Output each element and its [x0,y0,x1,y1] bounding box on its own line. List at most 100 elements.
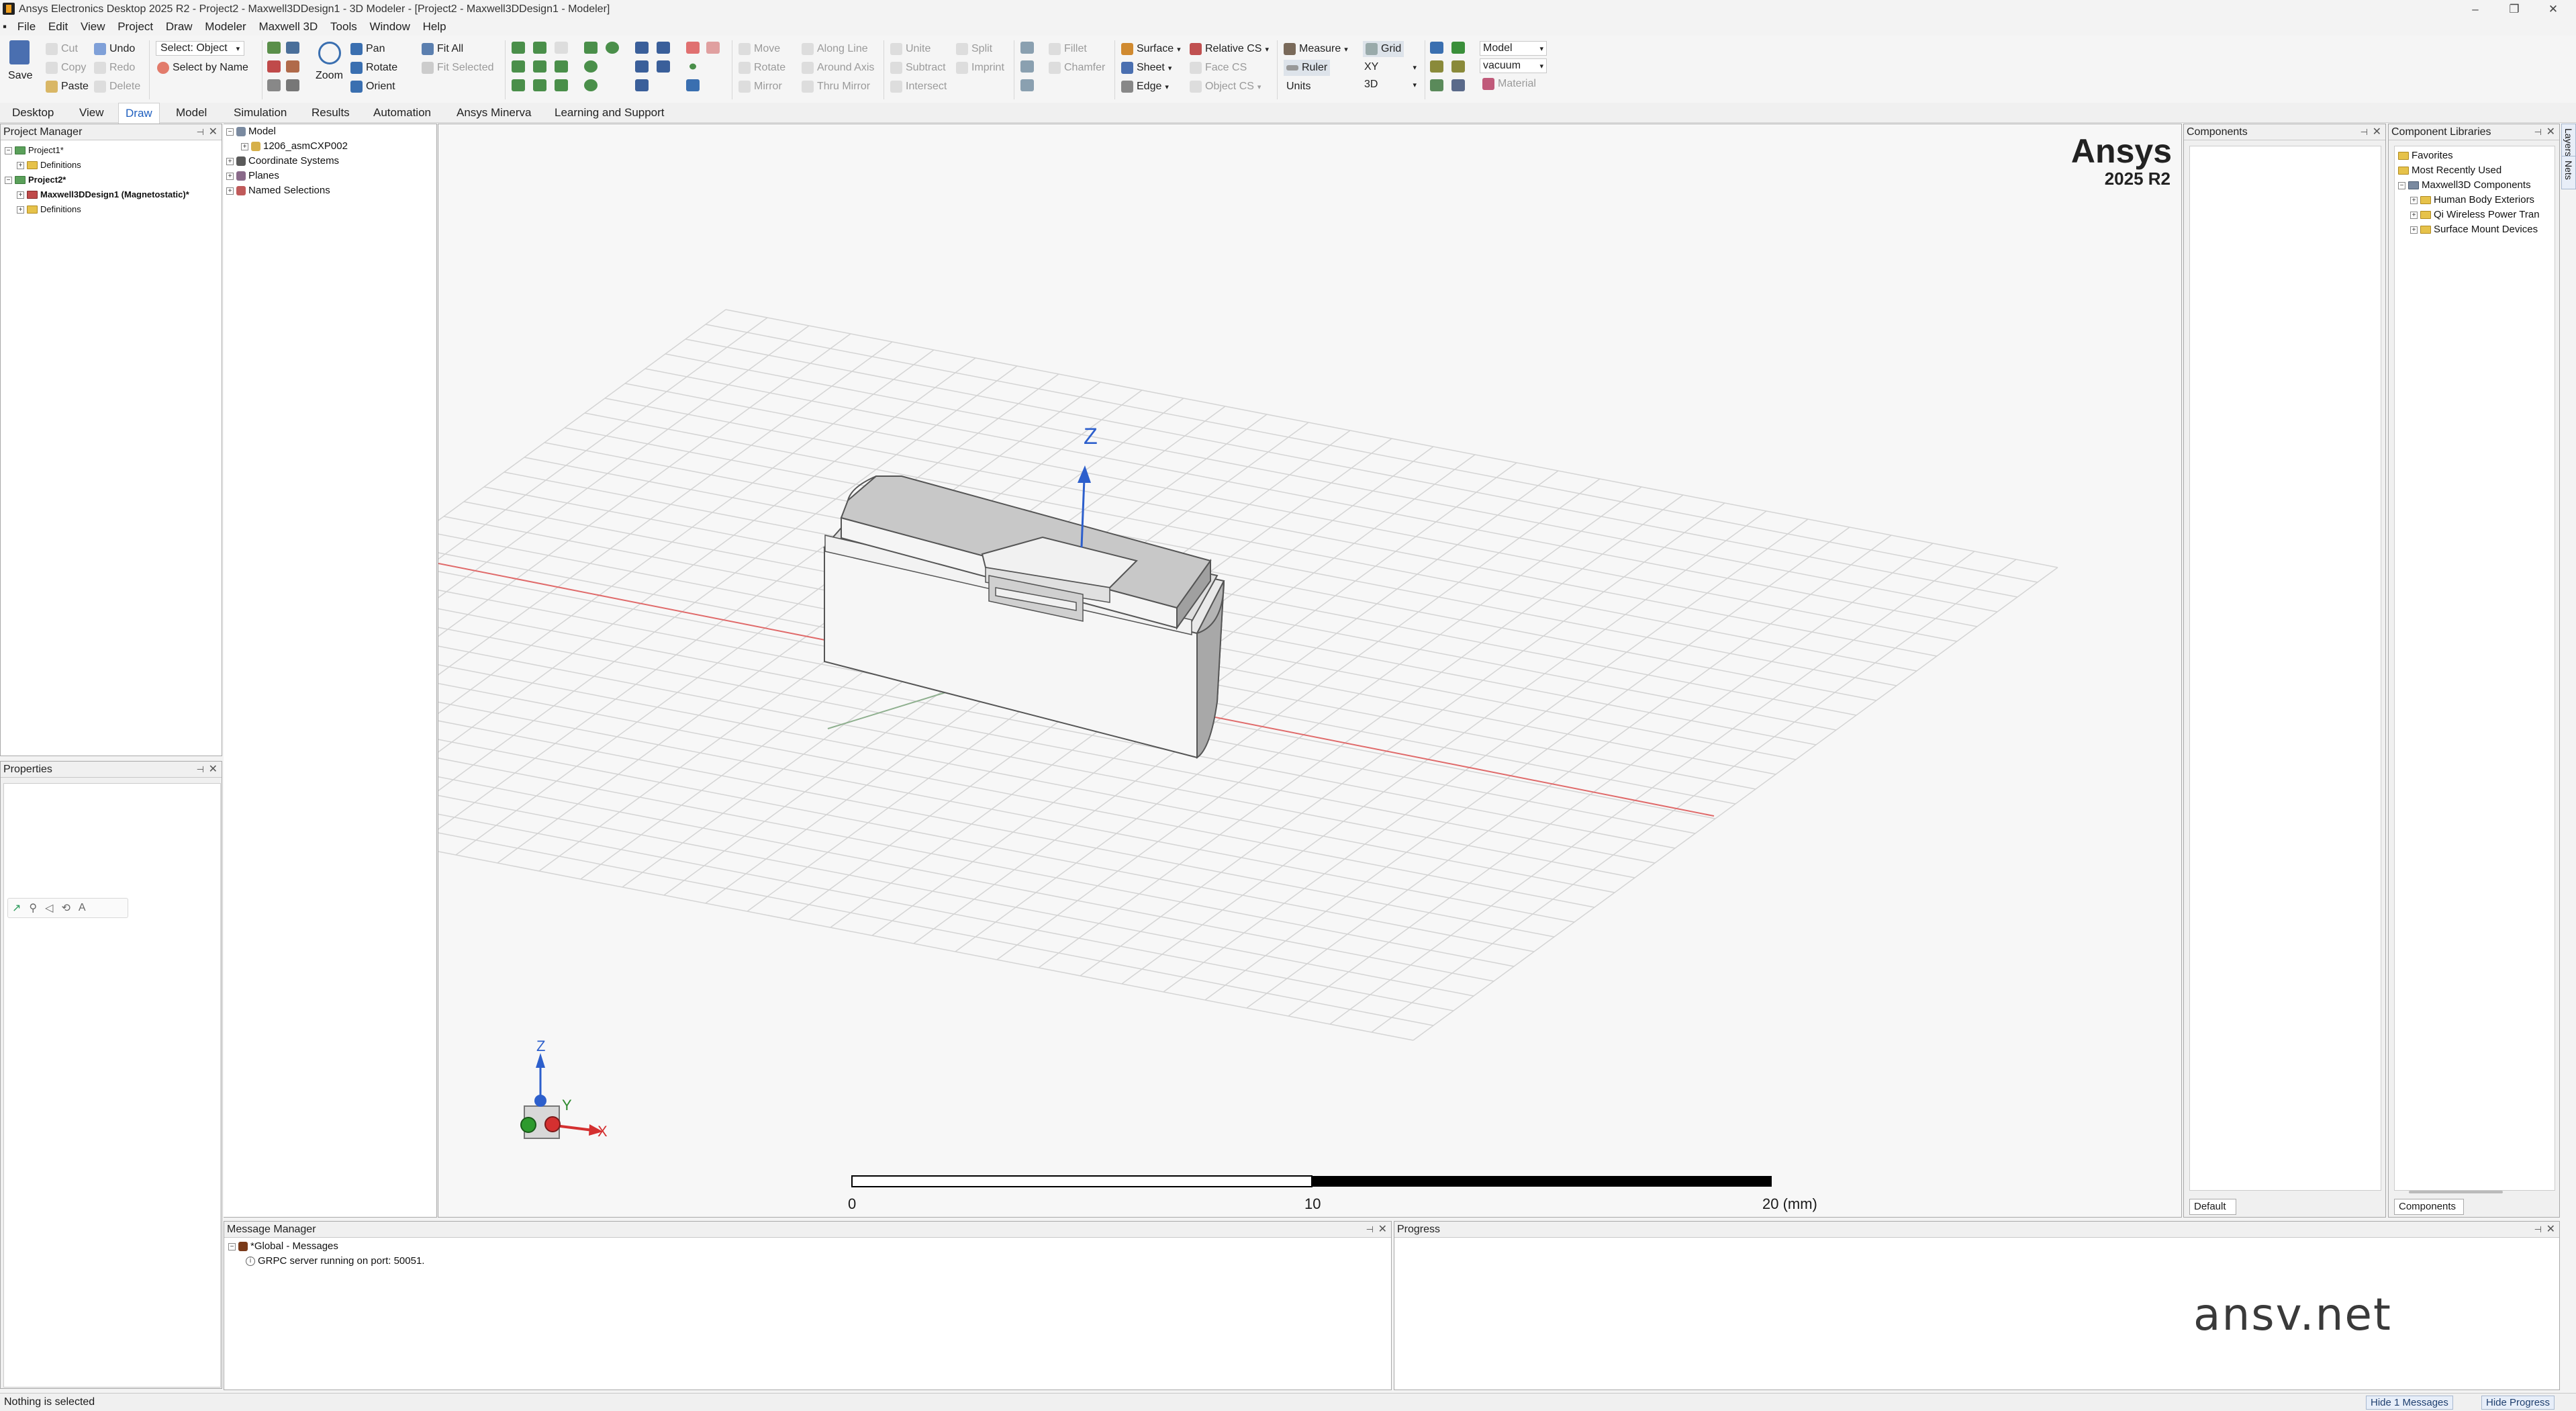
units-button[interactable]: Units [1286,81,1310,93]
menu-help[interactable]: Help [418,18,451,36]
tab-automation[interactable]: Automation [367,103,438,123]
tree-item-definitions[interactable]: + Definitions [5,202,189,217]
circle-icon[interactable] [584,60,598,73]
menu-view[interactable]: View [76,18,110,36]
model-type-dropdown[interactable]: Model [1483,42,1513,54]
3d-viewport[interactable]: Ansys 2025 R2 Z Z Y X 0 10 20 (mm) [438,124,2182,1218]
redo-button[interactable]: Redo [109,62,135,74]
regular-polygon-icon[interactable] [584,79,598,91]
ruler-button[interactable]: Ruler [1302,62,1327,74]
close-icon[interactable]: ✕ [2538,0,2569,18]
pin-icon[interactable]: ⊣ [197,762,204,778]
tree-item-named-selections[interactable]: + Named Selections [226,183,348,198]
tree-item-model[interactable]: − Model [226,124,348,139]
point-marker-icon[interactable] [689,63,696,70]
tree-item-component[interactable]: +1206_asmCXP002 [226,139,348,154]
hide-progress-button[interactable]: Hide Progress [2481,1396,2555,1410]
fit-selected-button[interactable]: Fit Selected [437,62,493,74]
library-human-body-exteriors[interactable]: + Human Body Exteriors [2398,193,2540,208]
zoom-icon[interactable] [318,42,341,64]
sphere-primitive-icon[interactable] [533,60,546,73]
unite-button[interactable]: Unite [906,43,931,55]
menu-edit[interactable]: Edit [44,18,73,36]
expand-icon[interactable]: + [17,206,24,214]
snap-face-icon[interactable] [1451,60,1465,73]
menu-draw[interactable]: Draw [161,18,197,36]
fit-all-button[interactable]: Fit All [437,43,463,55]
menu-window[interactable]: Window [365,18,414,36]
select-by-name-button[interactable]: Select by Name [173,62,248,74]
drawing-plane-dropdown[interactable]: XY [1364,61,1378,73]
copy-button[interactable]: Copy [61,62,86,74]
undo-button[interactable]: Undo [109,43,135,55]
center-arc-icon[interactable] [635,79,649,91]
expand-icon[interactable]: + [17,161,24,169]
thicken-icon[interactable] [1020,60,1034,73]
equation-curve-icon[interactable] [657,60,670,73]
tab-model[interactable]: Model [169,103,213,123]
expand-icon[interactable]: + [2410,196,2418,204]
pin-icon[interactable]: ⊣ [2360,124,2368,140]
snap-vertex-icon[interactable] [1451,42,1465,54]
material-dropdown[interactable]: vacuum [1483,60,1521,72]
relative-cs-button[interactable]: Relative CS [1205,43,1261,55]
hide-messages-button[interactable]: Hide 1 Messages [2366,1396,2453,1410]
imprint-button[interactable]: Imprint [971,62,1004,74]
tree-item-project2[interactable]: − Project2* [5,173,189,187]
sheet-button[interactable]: Sheet [1137,62,1165,74]
message-group-global[interactable]: − *Global - Messages [228,1239,424,1254]
chamfer-button[interactable]: Chamfer [1064,62,1105,74]
close-icon[interactable]: ✕ [2546,1222,2555,1238]
collapse-icon[interactable]: − [2398,181,2405,189]
move-button[interactable]: Move [754,43,780,55]
pan-button[interactable]: Pan [366,43,385,55]
tree-item-planes[interactable]: + Planes [226,169,348,183]
library-most-recently-used[interactable]: Most Recently Used [2398,163,2540,178]
menu-tools[interactable]: Tools [326,18,362,36]
close-icon[interactable]: ✕ [209,124,218,140]
object-cs-button[interactable]: Object CS [1205,81,1254,93]
refresh-icon[interactable]: ⟲ [61,901,70,915]
torus-primitive-icon[interactable] [555,60,568,73]
spiral-icon[interactable] [555,79,568,91]
subtract-button[interactable]: Subtract [906,62,946,74]
line-icon[interactable] [635,42,649,54]
cylinder-primitive-icon[interactable] [512,60,525,73]
tree-item-design[interactable]: + Maxwell3DDesign1 (Magnetostatic)* [5,187,189,202]
tab-desktop[interactable]: Desktop [5,103,60,123]
grid-button[interactable]: Grid [1381,43,1401,55]
draw-tool-icon[interactable] [267,79,281,91]
expand-icon[interactable]: + [226,157,234,165]
close-icon[interactable]: ✕ [2546,124,2555,140]
draw-tool-icon[interactable] [286,60,299,73]
send-icon[interactable]: ◁ [45,901,53,915]
side-tab-nets[interactable]: Nets [2561,156,2576,189]
polyhedron-icon[interactable] [512,79,525,91]
rotate-button[interactable]: Rotate [366,62,397,74]
rotate-object-button[interactable]: Rotate [754,62,785,74]
thru-mirror-button[interactable]: Thru Mirror [817,81,870,93]
eyedropper-icon[interactable]: ⚲ [29,901,37,915]
model-body[interactable] [823,475,1225,759]
pin-icon[interactable]: ⊣ [197,124,204,140]
material-button[interactable]: Material [1498,78,1536,90]
close-icon[interactable]: ✕ [2373,124,2381,140]
tree-item-project1[interactable]: − Project1* [5,143,189,158]
point-icon[interactable] [686,42,700,54]
spline-icon[interactable] [635,60,649,73]
draw-tool-icon[interactable] [286,79,299,91]
edge-button[interactable]: Edge [1137,81,1161,93]
snap-center-icon[interactable] [1430,79,1443,91]
collapse-icon[interactable]: − [5,176,12,184]
fillet-button[interactable]: Fillet [1064,43,1087,55]
pin-icon[interactable]: ⊣ [2534,1222,2542,1238]
close-icon[interactable]: ✕ [1378,1222,1387,1238]
paste-button[interactable]: Paste [61,81,89,93]
pin-icon[interactable]: ⊣ [1366,1222,1374,1238]
box-primitive-icon[interactable] [512,42,525,54]
split-button[interactable]: Split [971,43,992,55]
rectangle-icon[interactable] [584,42,598,54]
horizontal-scrollbar[interactable] [2409,1191,2503,1193]
plane-icon[interactable] [706,42,720,54]
menu-project[interactable]: Project [113,18,158,36]
